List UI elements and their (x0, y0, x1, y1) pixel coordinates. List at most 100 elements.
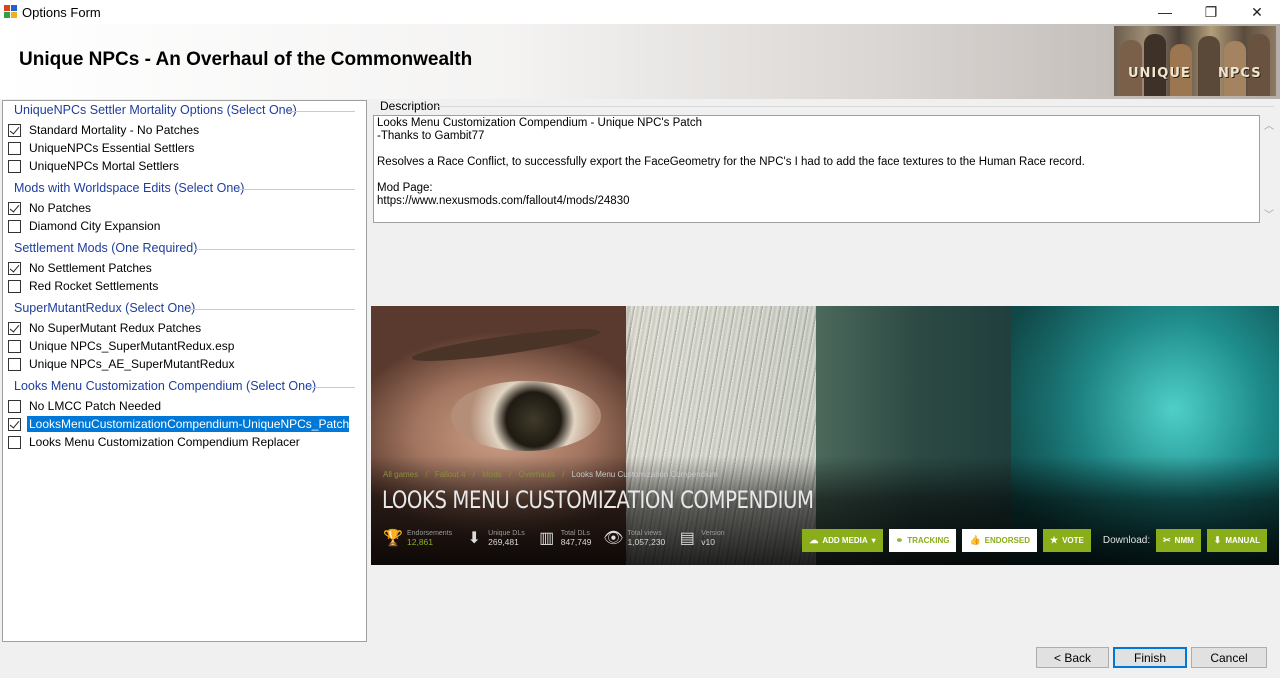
title-bar: Options Form — ❐ ✕ (0, 0, 1280, 24)
window-title: Options Form (22, 4, 101, 20)
checkbox[interactable] (8, 321, 21, 335)
checkbox[interactable] (8, 261, 21, 275)
cancel-button[interactable]: Cancel (1191, 647, 1267, 668)
description-label: Description (380, 99, 441, 113)
stat-value: 269,481 (488, 537, 519, 547)
vote-button[interactable]: ★ VOTE (1043, 529, 1091, 552)
option-label: UniqueNPCs Essential Settlers (29, 141, 195, 155)
group-header-worldspace: Mods with Worldspace Edits (Select One) (14, 181, 245, 195)
option-label: LooksMenuCustomizationCompendium-UniqueN… (27, 416, 350, 432)
file-icon: ▤ (679, 530, 695, 547)
button-label: ADD MEDIA (822, 536, 868, 545)
option-no-settlement-patches[interactable]: No Settlement Patches (8, 259, 154, 277)
checkbox[interactable] (8, 339, 21, 353)
add-media-button[interactable]: ☁ ADD MEDIA ▾ (802, 529, 883, 552)
nmm-button[interactable]: ✂ NMM (1156, 529, 1201, 552)
scroll-down-icon[interactable]: ﹀ (1264, 206, 1274, 221)
tracking-icon: ⚭ (895, 535, 904, 545)
finish-button[interactable]: Finish (1113, 647, 1187, 668)
tracking-button[interactable]: ⚭ TRACKING (888, 529, 957, 552)
checkbox[interactable] (8, 357, 21, 371)
checkbox[interactable] (8, 417, 21, 431)
checkbox[interactable] (8, 279, 21, 293)
button-label: NMM (1174, 536, 1194, 545)
button-label: VOTE (1062, 536, 1084, 545)
checkbox[interactable] (8, 123, 21, 137)
trophy-icon: 🏆 (383, 530, 403, 547)
download-label: Download: (1102, 535, 1151, 546)
breadcrumb-item: Mods (482, 470, 502, 479)
option-essential-settlers[interactable]: UniqueNPCs Essential Settlers (8, 139, 196, 157)
option-label: No SuperMutant Redux Patches (29, 321, 202, 335)
description-textbox[interactable]: Looks Menu Customization Compendium - Un… (373, 115, 1260, 223)
option-red-rocket[interactable]: Red Rocket Settlements (8, 277, 160, 295)
mod-stats: 🏆 Endorsements 12,861 ⬇ Unique DLs 269,481… (383, 528, 737, 548)
logo-text-left: UNIQUE (1128, 66, 1191, 81)
chevron-down-icon: ▾ (871, 536, 876, 545)
breadcrumb-separator: / (562, 470, 565, 479)
group-header-settlement: Settlement Mods (One Required) (14, 241, 198, 255)
group-header-supermutant: SuperMutantRedux (Select One) (14, 301, 196, 315)
option-lmcc-replacer[interactable]: Looks Menu Customization Compendium Repl… (8, 433, 302, 451)
minimize-button[interactable]: — (1142, 0, 1188, 24)
group-header-mortality: UniqueNPCs Settler Mortality Options (Se… (14, 103, 297, 117)
options-panel: UniqueNPCs Settler Mortality Options (Se… (2, 100, 367, 642)
option-diamond-city[interactable]: Diamond City Expansion (8, 217, 162, 235)
endorsed-button[interactable]: 👍 ENDORSED (962, 529, 1037, 552)
mod-preview-image: All games / Fallout 4 / Mods / Overhauls… (371, 306, 1279, 565)
cloud-upload-icon: ☁ (809, 535, 819, 545)
manual-button[interactable]: ⬇ MANUAL (1206, 529, 1267, 552)
breadcrumb-separator: / (509, 470, 512, 479)
button-label: ENDORSED (984, 536, 1030, 545)
maximize-button[interactable]: ❐ (1188, 0, 1234, 24)
option-no-patches[interactable]: No Patches (8, 199, 93, 217)
logo-text-right: NPCS (1218, 66, 1262, 81)
button-label: TRACKING (907, 536, 950, 545)
mod-logo: UNIQUE NPCS (1114, 26, 1276, 96)
option-label: Unique NPCs_AE_SuperMutantRedux (29, 357, 235, 371)
option-supermutant-esp[interactable]: Unique NPCs_SuperMutantRedux.esp (8, 337, 236, 355)
option-no-supermutant[interactable]: No SuperMutant Redux Patches (8, 319, 203, 337)
option-lmcc-patch[interactable]: LooksMenuCustomizationCompendium-UniqueN… (8, 415, 349, 433)
option-label: No Patches (29, 201, 92, 215)
option-label: No LMCC Patch Needed (29, 399, 162, 413)
close-button[interactable]: ✕ (1234, 0, 1280, 24)
scroll-up-icon[interactable]: ︿ (1264, 117, 1274, 132)
checkbox[interactable] (8, 399, 21, 413)
option-label: Unique NPCs_SuperMutantRedux.esp (29, 339, 235, 353)
group-header-lmcc: Looks Menu Customization Compendium (Sel… (14, 379, 317, 393)
stat-total-views: 👁 Total views 1,057,230 (603, 528, 665, 548)
stat-value: 12,861 (407, 537, 433, 547)
stat-unique-dls: ⬇ Unique DLs 269,481 (464, 528, 524, 548)
stat-version: ▤ Version v10 (677, 528, 725, 548)
option-label: Looks Menu Customization Compendium Repl… (29, 435, 300, 449)
option-no-lmcc[interactable]: No LMCC Patch Needed (8, 397, 163, 415)
stat-total-dls: ▥ Total DLs 847,749 (537, 528, 592, 548)
checkbox[interactable] (8, 141, 21, 155)
eye-icon: 👁 (603, 530, 624, 547)
breadcrumb-item: All games (383, 470, 419, 479)
back-button[interactable]: < Back (1036, 647, 1109, 668)
option-mortal-settlers[interactable]: UniqueNPCs Mortal Settlers (8, 157, 181, 175)
option-label: UniqueNPCs Mortal Settlers (29, 159, 180, 173)
breadcrumb-separator: / (472, 470, 475, 479)
button-label: MANUAL (1225, 536, 1260, 545)
breadcrumb-item: Fallout 4 (434, 470, 466, 479)
option-standard-mortality[interactable]: Standard Mortality - No Patches (8, 121, 201, 139)
mod-title: LOOKS MENU CUSTOMIZATION COMPENDIUM (382, 486, 814, 514)
checkbox[interactable] (8, 219, 21, 233)
option-supermutant-ae[interactable]: Unique NPCs_AE_SuperMutantRedux (8, 355, 236, 373)
option-label: Diamond City Expansion (29, 219, 161, 233)
checkbox[interactable] (8, 435, 21, 449)
option-label: No Settlement Patches (29, 261, 152, 275)
description-scrollbar[interactable]: ︿ ﹀ (1262, 115, 1275, 223)
download-icon: ⬇ (1213, 535, 1222, 545)
stat-value: v10 (701, 537, 715, 547)
stat-endorsements: 🏆 Endorsements 12,861 (383, 528, 452, 548)
download-icon: ⬇ (467, 530, 481, 547)
breadcrumb-item: Overhauls (518, 470, 555, 479)
checkbox[interactable] (8, 201, 21, 215)
stat-value: 847,749 (560, 537, 592, 547)
breadcrumb-current: Looks Menu Customization Compendium (571, 470, 718, 479)
checkbox[interactable] (8, 159, 21, 173)
